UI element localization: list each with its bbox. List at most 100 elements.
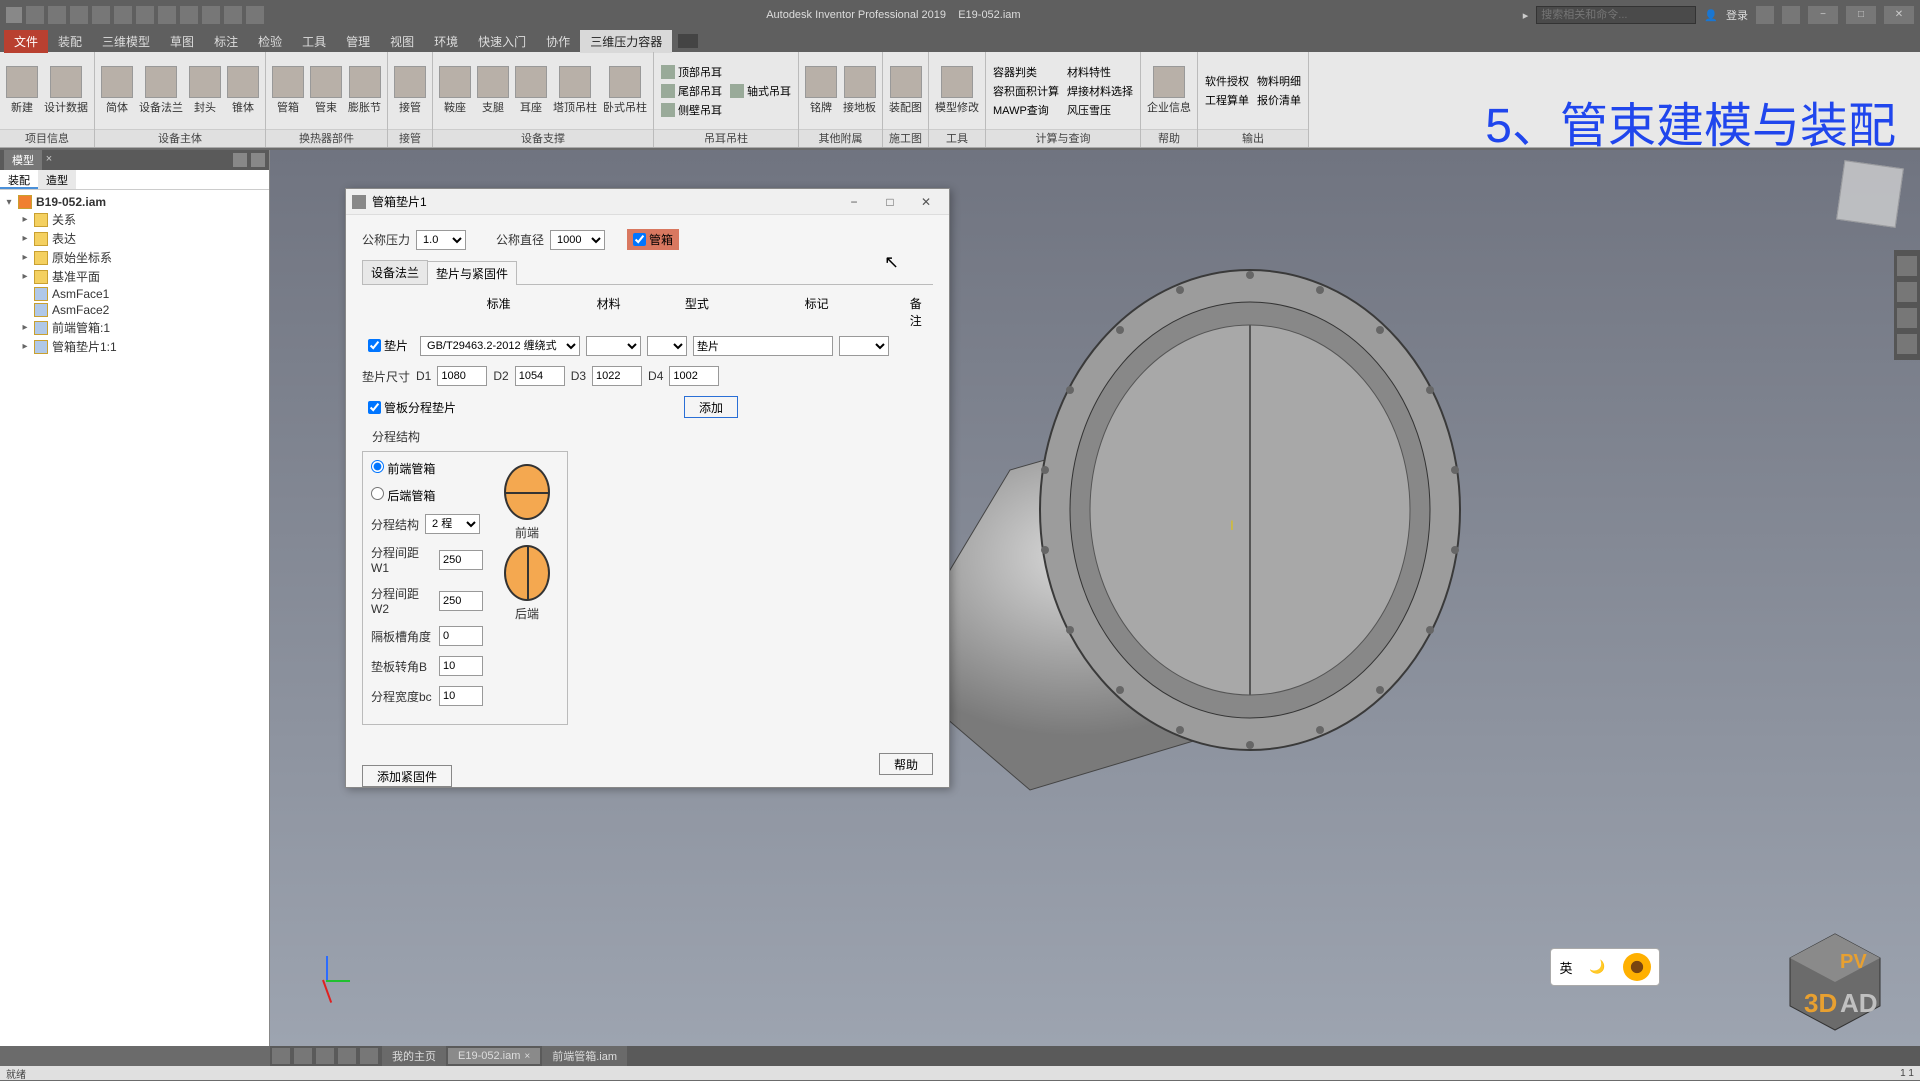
tab-assemble[interactable]: 装配 <box>48 30 92 53</box>
input-d1[interactable] <box>437 366 487 386</box>
user-icon[interactable]: 👤 <box>1704 9 1718 22</box>
tab-view[interactable]: 视图 <box>380 30 424 53</box>
tab-getstarted[interactable]: 快速入门 <box>468 30 536 53</box>
sel-gasket-std[interactable]: GB/T29463.2-2012 缠绕式 <box>420 336 580 356</box>
chk-gasket[interactable]: 垫片 <box>362 335 414 356</box>
login-link[interactable]: 登录 <box>1726 7 1748 23</box>
qat-appearance-icon[interactable] <box>224 6 242 24</box>
close-button[interactable]: ✕ <box>1884 6 1914 24</box>
input-w2[interactable] <box>439 591 483 611</box>
maximize-button[interactable]: □ <box>1846 6 1876 24</box>
subtab-assembly[interactable]: 装配 <box>0 170 38 189</box>
tab-close-icon[interactable]: × <box>524 1051 530 1062</box>
tree-item[interactable]: ▸表达 <box>4 229 265 248</box>
btn-leg[interactable]: 支腿 <box>475 64 511 117</box>
tab-flange[interactable]: 设备法兰 <box>362 260 428 284</box>
sel-type[interactable] <box>647 336 687 356</box>
chk-partition-input[interactable] <box>368 401 381 414</box>
minimize-button[interactable]: − <box>1808 6 1838 24</box>
tab-addon-icon[interactable] <box>678 34 698 48</box>
btn-license[interactable]: 软件授权 <box>1202 72 1252 90</box>
tab-manage[interactable]: 管理 <box>336 30 380 53</box>
doc-tab-mypage[interactable]: 我的主页 <box>382 1046 446 1066</box>
nav-zoom-icon[interactable] <box>1897 334 1917 354</box>
qat-update-icon[interactable] <box>158 6 176 24</box>
tree-item[interactable]: ▸前端管箱:1 <box>4 318 265 337</box>
view-icon[interactable] <box>316 1048 334 1064</box>
tree-item[interactable]: AsmFace1 <box>4 286 265 302</box>
doc-tab-channel[interactable]: 前端管箱.iam <box>542 1046 627 1066</box>
btn-side-lug[interactable]: 侧壁吊耳 <box>658 101 725 119</box>
btn-nameplate[interactable]: 铭牌 <box>803 64 839 117</box>
btn-quote[interactable]: 报价清单 <box>1254 91 1304 109</box>
btn-assembly-dwg[interactable]: 装配图 <box>887 64 924 117</box>
chk-pipe-box-input[interactable] <box>633 233 646 246</box>
input-d2[interactable] <box>515 366 565 386</box>
btn-hdavit[interactable]: 卧式吊柱 <box>601 64 649 117</box>
view-icon[interactable] <box>338 1048 356 1064</box>
search-input[interactable] <box>1536 6 1696 24</box>
nav-orbit-icon[interactable] <box>1897 282 1917 302</box>
input-angle[interactable] <box>439 626 483 646</box>
chk-gasket-input[interactable] <box>368 339 381 352</box>
btn-new[interactable]: 新建 <box>4 64 40 117</box>
btn-top-lug[interactable]: 顶部吊耳 <box>658 63 725 81</box>
tab-gasket[interactable]: 垫片与紧固件 <box>427 261 517 285</box>
tab-tools[interactable]: 工具 <box>292 30 336 53</box>
input-d3[interactable] <box>592 366 642 386</box>
qat-fx-icon[interactable] <box>246 6 264 24</box>
btn-cone[interactable]: 锥体 <box>225 64 261 117</box>
btn-tail-lug[interactable]: 尾部吊耳 <box>658 82 725 100</box>
input-rot[interactable] <box>439 656 483 676</box>
btn-bundle[interactable]: 管束 <box>308 64 344 117</box>
tab-file[interactable]: 文件 <box>4 30 48 53</box>
btn-saddle[interactable]: 鞍座 <box>437 64 473 117</box>
subtab-modeling[interactable]: 造型 <box>38 170 76 189</box>
sel-nom-pressure[interactable]: 1.0 <box>416 230 466 250</box>
btn-volume[interactable]: 容积面积计算 <box>990 82 1062 100</box>
doc-tab-main[interactable]: E19-052.iam× <box>448 1048 540 1064</box>
input-d4[interactable] <box>669 366 719 386</box>
help-icon[interactable] <box>1782 6 1800 24</box>
btn-help[interactable]: 帮助 <box>879 753 933 775</box>
btn-nozzle[interactable]: 接管 <box>392 64 428 117</box>
btn-head[interactable]: 封头 <box>187 64 223 117</box>
qat-material-icon[interactable] <box>202 6 220 24</box>
btn-add-fastener[interactable]: 添加紧固件 <box>362 765 452 787</box>
dialog-close[interactable]: ✕ <box>909 192 943 212</box>
btn-modify[interactable]: 模型修改 <box>933 64 981 117</box>
view-icon[interactable] <box>272 1048 290 1064</box>
menu-icon[interactable] <box>251 153 265 167</box>
tab-inspect[interactable]: 检验 <box>248 30 292 53</box>
tree-root[interactable]: ▾B19-052.iam <box>4 194 265 210</box>
sel-note[interactable] <box>839 336 889 356</box>
browser-tab-close[interactable]: × <box>42 153 56 167</box>
btn-channel[interactable]: 管箱 <box>270 64 306 117</box>
viewcube[interactable] <box>1836 160 1904 228</box>
btn-class[interactable]: 容器判类 <box>990 63 1062 81</box>
btn-mawp[interactable]: MAWP查询 <box>990 101 1062 119</box>
browser-tab-model[interactable]: 模型 <box>4 150 42 170</box>
radio-rear[interactable]: 后端管箱 <box>371 487 435 504</box>
tree-item[interactable]: ▸原始坐标系 <box>4 248 265 267</box>
btn-weld-mat[interactable]: 焊接材料选择 <box>1064 82 1136 100</box>
qat-undo-icon[interactable] <box>92 6 110 24</box>
ime-indicator[interactable]: 英 🌙 <box>1550 948 1660 986</box>
btn-shell[interactable]: 简体 <box>99 64 135 117</box>
tab-annotate[interactable]: 标注 <box>204 30 248 53</box>
btn-lug[interactable]: 耳座 <box>513 64 549 117</box>
btn-davit[interactable]: 塔顶吊柱 <box>551 64 599 117</box>
tree-item[interactable]: ▸关系 <box>4 210 265 229</box>
tree-item[interactable]: ▸管箱垫片1:1 <box>4 337 265 356</box>
btn-bom[interactable]: 物料明细 <box>1254 72 1304 90</box>
dialog-titlebar[interactable]: 管箱垫片1 − □ ✕ <box>346 189 949 215</box>
tab-collab[interactable]: 协作 <box>536 30 580 53</box>
tree-item[interactable]: AsmFace2 <box>4 302 265 318</box>
nav-home-icon[interactable] <box>1897 256 1917 276</box>
tab-sketch[interactable]: 草图 <box>160 30 204 53</box>
view-icon[interactable] <box>294 1048 312 1064</box>
btn-design-data[interactable]: 设计数据 <box>42 64 90 117</box>
qat-new-icon[interactable] <box>26 6 44 24</box>
dialog-maximize[interactable]: □ <box>873 192 907 212</box>
caret-up-icon[interactable] <box>360 1048 378 1064</box>
